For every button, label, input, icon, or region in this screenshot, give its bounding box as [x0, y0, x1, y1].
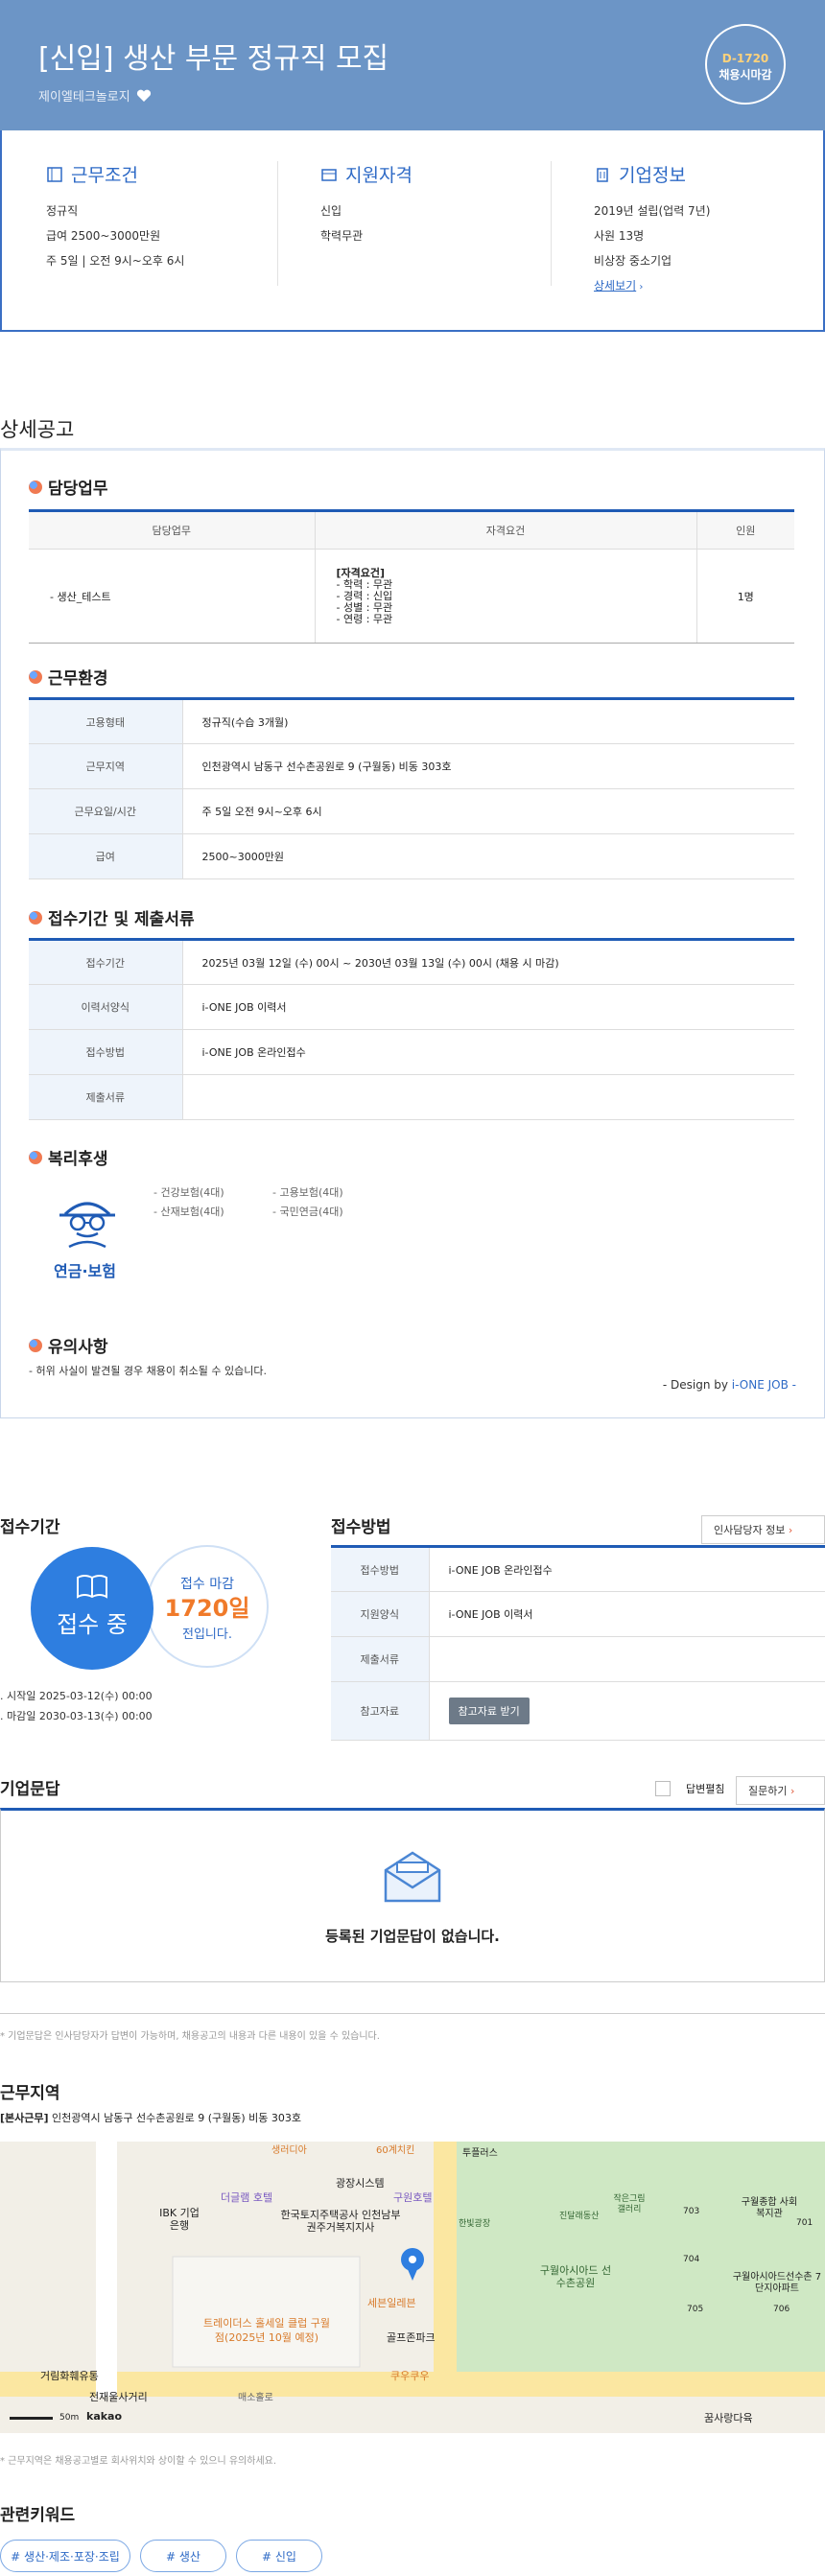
expand-checkbox[interactable]: [655, 1781, 671, 1796]
env-hours: 주 5일 오전 9시~오후 6시: [182, 788, 794, 834]
heart-icon[interactable]: [136, 89, 152, 103]
kakao-logo: kakao: [86, 2410, 123, 2423]
qa-title: 기업문답: [0, 1780, 60, 1799]
book-icon: [77, 1575, 107, 1599]
keywords-title: 관련키워드: [0, 2506, 76, 2525]
job-title: [신입] 생산 부문 정규직 모집: [38, 42, 389, 76]
env-location: 인천광역시 남동구 선수촌공원로 9 (구월동) 비동 303호: [182, 743, 794, 789]
education: 학력무관: [320, 229, 364, 243]
hr-contact-button[interactable]: 인사담당자 정보 ›: [701, 1515, 825, 1544]
bullet-icon: [29, 1150, 42, 1164]
bullet-icon: [29, 1338, 42, 1352]
mail-icon: [384, 1851, 441, 1903]
method-table: 접수방법 i-ONE JOB 온라인접수 지원양식 i-ONE JOB 이력서 제출…: [331, 1545, 825, 1741]
qa-note: * 기업문답은 인사담당자가 답변이 가능하며, 채용공고의 내용과 다른 내용…: [0, 2013, 825, 2042]
company-name[interactable]: 제이엘테크놀로지: [38, 86, 152, 105]
bullet-icon: [29, 910, 42, 925]
keyword-chip[interactable]: # 신입: [236, 2540, 322, 2572]
duty-heading: 담당업무: [29, 475, 108, 499]
summary-qualification: 지원자격 신입 학력무관: [320, 161, 541, 248]
benefit-heading: 복리후생: [29, 1145, 108, 1169]
career-level: 신입: [320, 204, 342, 218]
company-type: 비상장 중소기업: [594, 254, 672, 268]
employees: 사원 13명: [594, 229, 645, 243]
dday-label: 채용시마감: [719, 68, 772, 82]
env-table: 고용형태 정규직(수습 3개월) 근무지역 인천광역시 남동구 선수촌공원로 9 (…: [29, 697, 794, 879]
apply-table: 접수기간 2025년 03월 12일 (수) 00시 ~ 2030년 03월 13…: [29, 938, 794, 1120]
duty-task: - 생산_테스트: [29, 549, 316, 644]
summary-company: 기업정보 2019년 설립(업력 7년) 사원 13명 비상장 중소기업 상세보…: [594, 161, 814, 300]
conditions-heading: 근무조건: [46, 161, 267, 187]
location-note: * 근무지역은 채용공고별로 회사위치와 상이할 수 있으니 유의하세요.: [0, 2456, 277, 2467]
notice-heading: 유의사항: [29, 1333, 108, 1357]
duty-table: 담당업무 자격요건 인원 - 생산_테스트 [자격요건] - 학력 : 무관 - …: [29, 509, 794, 644]
apply-method: i-ONE JOB 온라인접수: [182, 1029, 794, 1075]
keyword-chip[interactable]: # 생산: [140, 2540, 226, 2572]
ask-question-button[interactable]: 질문하기 ›: [736, 1776, 825, 1805]
building-icon: [597, 167, 608, 182]
summary-conditions: 근무조건 정규직 급여 2500~3000만원 주 5일 | 오전 9시~오후 …: [46, 161, 267, 273]
apply-docs: [182, 1074, 794, 1120]
pension-insurance-icon: [59, 1202, 115, 1249]
employment-type: 정규직: [46, 204, 79, 218]
method-docs: [429, 1636, 825, 1682]
period-title: 접수기간: [0, 1518, 60, 1537]
company-name-text: 제이엘테크놀로지: [38, 90, 130, 105]
method-form: i-ONE JOB 이력서: [429, 1591, 825, 1637]
deadline-circle: 접수 마감 1720일 전입니다.: [146, 1545, 269, 1668]
env-salary: 2500~3000만원: [182, 833, 794, 879]
status-circle: 접수 중: [31, 1547, 153, 1670]
detail-section-title: 상세공고: [0, 418, 75, 441]
location-map[interactable]: 생러디아 60계치킨 투플러스 더글램 호텔 광장시스템 구원호텔 IBK 기업…: [0, 2142, 825, 2433]
apply-form: i-ONE JOB 이력서: [182, 984, 794, 1030]
deadline-suffix: 전입니다.: [182, 1628, 232, 1642]
founded: 2019년 설립(업력 7년): [594, 204, 711, 218]
duty-count: 1명: [696, 549, 794, 644]
qa-empty-box: 등록된 기업문답이 없습니다.: [0, 1808, 825, 1982]
env-employment: 정규직(수습 3개월): [182, 698, 794, 744]
deadline-label: 접수 마감: [180, 1577, 234, 1592]
bullet-icon: [29, 480, 42, 494]
period-dates: . 시작일 2025-03-12(수) 00:00 . 마감일 2030-03-…: [0, 1690, 153, 1722]
qualification-heading: 지원자격: [320, 161, 541, 187]
notice-text: - 허위 사실이 발견될 경우 채용이 취소될 수 있습니다.: [29, 1365, 267, 1377]
job-summary: 근무조건 정규직 급여 2500~3000만원 주 5일 | 오전 9시~오후 …: [0, 130, 825, 332]
duty-header-req: 자격요건: [315, 510, 697, 550]
keyword-chip[interactable]: # 생산·제조·포장·조립: [0, 2540, 130, 2572]
dday-badge: D-1720 채용시마감: [705, 24, 786, 105]
benefit-label: 연금·보험: [54, 1262, 116, 1280]
expand-label: 답변펼침: [686, 1783, 725, 1795]
location-address: [본사근무] 인천광역시 남동구 선수촌공원로 9 (구월동) 비동 303호: [0, 2112, 302, 2124]
deadline-days: 1720일: [164, 1595, 250, 1622]
method-title: 접수방법: [331, 1518, 391, 1537]
location-title: 근무지역: [0, 2084, 60, 2103]
start-date: 시작일 2025-03-12(수) 00:00: [7, 1690, 153, 1702]
company-heading: 기업정보: [594, 161, 814, 187]
duty-requirements: [자격요건] - 학력 : 무관 - 경력 : 신입 - 성별 : 무관 - 연령 :…: [315, 549, 697, 644]
design-credit: - Design by i-ONE JOB -: [662, 1378, 796, 1392]
id-card-icon: [321, 168, 337, 181]
salary: 급여 2500~3000만원: [46, 229, 161, 243]
duty-header-task: 담당업무: [29, 510, 316, 550]
qa-empty-text: 등록된 기업문답이 없습니다.: [325, 1928, 500, 1945]
job-header: [신입] 생산 부문 정규직 모집 제이엘테크놀로지 D-1720 채용시마감: [0, 0, 825, 130]
method-apply: i-ONE JOB 온라인접수: [429, 1546, 825, 1592]
benefit-list: - 건강보험(4대) - 고용보험(4대) - 산재보험(4대) - 국민연금(4대…: [153, 1186, 343, 1218]
bullet-icon: [29, 669, 42, 684]
work-hours: 주 5일 | 오전 9시~오후 6시: [46, 254, 185, 268]
env-heading: 근무환경: [29, 665, 108, 689]
document-icon: [47, 166, 62, 182]
dday-number: D-1720: [721, 52, 769, 65]
status-text: 접수 중: [57, 1611, 128, 1638]
apply-heading: 접수기간 및 제출서류: [29, 905, 195, 929]
reference-download-button[interactable]: 참고자료 받기: [448, 1698, 530, 1724]
expand-answers[interactable]: 답변펼침: [655, 1781, 724, 1796]
company-detail-link[interactable]: 상세보기: [594, 279, 636, 293]
end-date: 마감일 2030-03-13(수) 00:00: [7, 1710, 153, 1722]
duty-header-count: 인원: [696, 510, 794, 550]
apply-period: 2025년 03월 12일 (수) 00시 ~ 2030년 03월 13일 (수…: [182, 939, 794, 985]
